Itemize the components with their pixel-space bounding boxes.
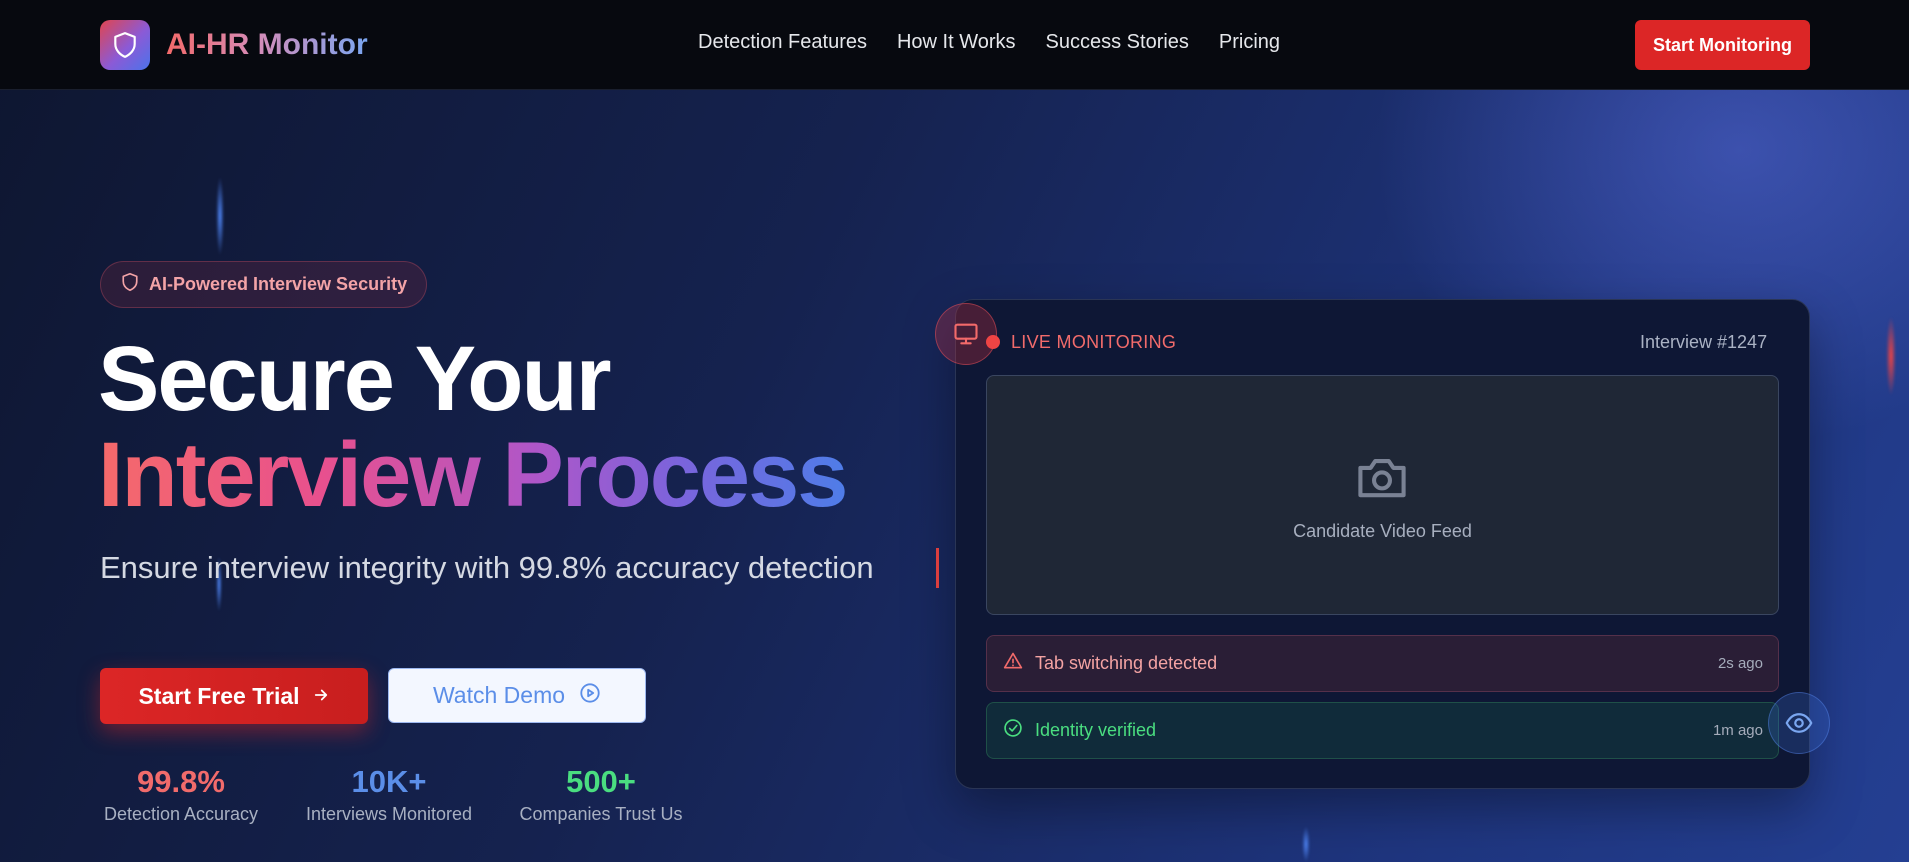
nav-link-success-stories[interactable]: Success Stories [1046,31,1189,54]
hero-badge-text: AI-Powered Interview Security [149,274,408,294]
start-free-trial-label: Start Free Trial [138,682,300,709]
stat-value: 10K+ [351,764,427,799]
stat-label: Companies Trust Us [519,804,683,824]
monitor-icon [935,303,997,365]
camera-icon [1354,452,1410,507]
eye-icon [1768,692,1830,754]
live-indicator-dot [986,335,1000,349]
video-feed-label: Candidate Video Feed [1293,521,1472,541]
stat-companies-trust: 500+ Companies Trust Us [516,764,686,825]
stat-value: 99.8% [137,764,225,799]
typing-caret [936,548,939,588]
alert-timestamp: 1m ago [1712,722,1763,739]
live-monitoring-status: LIVE MONITORING [1011,332,1177,352]
top-navbar: AI-HR Monitor Detection Features How It … [0,0,1909,90]
play-circle-icon [579,682,601,710]
decorative-streak [216,176,224,256]
start-monitoring-button[interactable]: Start Monitoring [1635,20,1810,70]
alert-text: Tab switching detected [1035,653,1218,673]
arrow-right-icon [312,683,330,710]
nav-link-how-it-works[interactable]: How It Works [897,31,1016,54]
nav-link-detection-features[interactable]: Detection Features [698,31,867,54]
alert-timestamp: 2s ago [1717,655,1763,672]
hero-headline-line1: Secure Your [98,328,611,430]
stat-value: 500+ [566,764,636,799]
watch-demo-button[interactable]: Watch Demo [388,668,646,723]
alert-identity-verified[interactable]: Identity verified 1m ago [986,702,1779,759]
hero-headline-line2: Interview Process [98,424,848,526]
shield-icon [121,272,139,297]
check-circle-icon [1003,718,1023,743]
interview-id: Interview #1247 [1640,332,1768,352]
nav-link-pricing[interactable]: Pricing [1219,31,1280,54]
nav-links: Detection Features How It Works Success … [698,31,1310,54]
hero-badge: AI-Powered Interview Security [100,261,427,308]
stat-detection-accuracy: 99.8% Detection Accuracy [100,764,262,825]
stat-interviews-monitored: 10K+ Interviews Monitored [302,764,476,825]
stat-label: Interviews Monitored [305,804,473,824]
warning-triangle-icon [1003,651,1023,676]
shield-icon [100,20,150,70]
alert-tab-switching[interactable]: Tab switching detected 2s ago [986,635,1779,692]
alert-text: Identity verified [1035,720,1157,740]
start-free-trial-button[interactable]: Start Free Trial [100,668,368,724]
brand-name: AI-HR Monitor [166,28,368,61]
stat-label: Detection Accuracy [103,804,259,824]
decorative-streak [1886,316,1896,396]
hero-subtitle: Ensure interview integrity with 99.8% ac… [100,550,874,585]
watch-demo-label: Watch Demo [432,682,566,708]
decorative-streak [1302,826,1310,862]
brand-logo[interactable]: AI-HR Monitor [100,20,368,70]
